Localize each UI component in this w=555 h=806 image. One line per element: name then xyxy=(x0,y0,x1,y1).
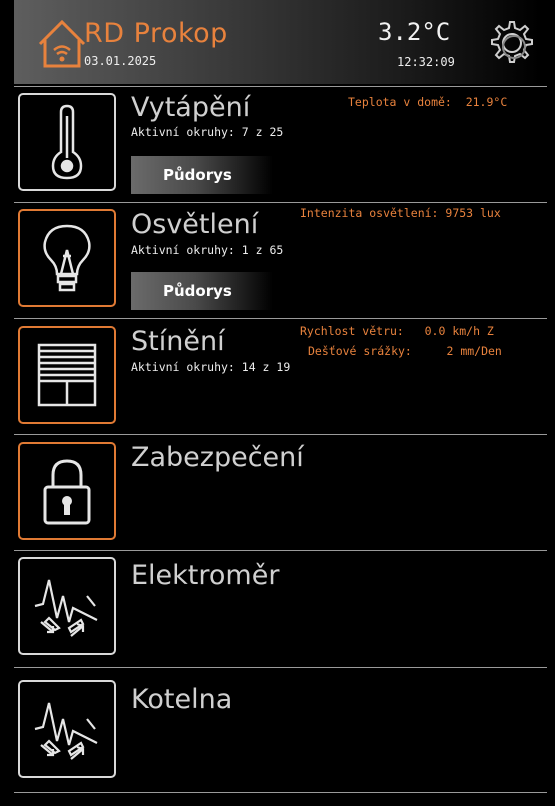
heating-title: Vytápění xyxy=(131,92,251,123)
thermometer-icon xyxy=(51,104,83,180)
smart-home-icon xyxy=(38,19,86,68)
boiler-title: Kotelna xyxy=(131,684,233,715)
gear-icon[interactable] xyxy=(484,16,536,68)
energy-meter-title: Elektroměr xyxy=(131,560,280,591)
divider xyxy=(14,202,547,203)
divider xyxy=(14,318,547,319)
padlock-icon xyxy=(43,459,91,525)
divider xyxy=(14,86,547,87)
shading-active-circuits: Aktivní okruhy: 14 z 19 xyxy=(131,360,291,374)
divider xyxy=(14,667,547,668)
heating-tile[interactable] xyxy=(18,93,116,191)
app-title: RD Prokop xyxy=(84,18,228,49)
electricity-icon xyxy=(34,579,98,637)
security-tile[interactable] xyxy=(18,442,116,540)
lighting-tile[interactable] xyxy=(18,209,116,307)
divider xyxy=(14,434,547,435)
security-title: Zabezpečení xyxy=(131,442,304,473)
shading-tile[interactable] xyxy=(18,326,116,424)
wind-speed: Rychlost větru: 0.0 km/h Z xyxy=(300,324,494,338)
current-time: 12:32:09 xyxy=(397,55,455,69)
divider xyxy=(14,792,547,793)
lighting-floor-plan-button[interactable]: Půdorys xyxy=(131,272,273,310)
light-intensity: Intenzita osvětlení: 9753 lux xyxy=(300,206,501,220)
outdoor-temperature: 3.2°C xyxy=(378,18,451,46)
divider xyxy=(14,550,547,551)
window-blind-icon xyxy=(37,343,97,407)
boiler-tile[interactable] xyxy=(18,680,116,778)
current-date: 03.01.2025 xyxy=(84,54,157,68)
heating-floor-plan-button[interactable]: Půdorys xyxy=(131,156,273,194)
lighting-active-circuits: Aktivní okruhy: 1 z 65 xyxy=(131,243,284,257)
lighting-title: Osvětlení xyxy=(131,209,259,240)
energy-meter-tile[interactable] xyxy=(18,557,116,655)
rainfall: Dešťové srážky: 2 mm/Den xyxy=(308,344,502,358)
heating-active-circuits: Aktivní okruhy: 7 z 25 xyxy=(131,125,284,139)
indoor-temperature: Teplota v domě: 21.9°C xyxy=(348,95,508,109)
shading-title: Stínění xyxy=(131,326,225,357)
electricity-icon xyxy=(34,702,98,760)
app-header: RD Prokop 03.01.2025 3.2°C 12:32:09 xyxy=(14,0,540,84)
light-bulb-icon xyxy=(43,224,91,292)
